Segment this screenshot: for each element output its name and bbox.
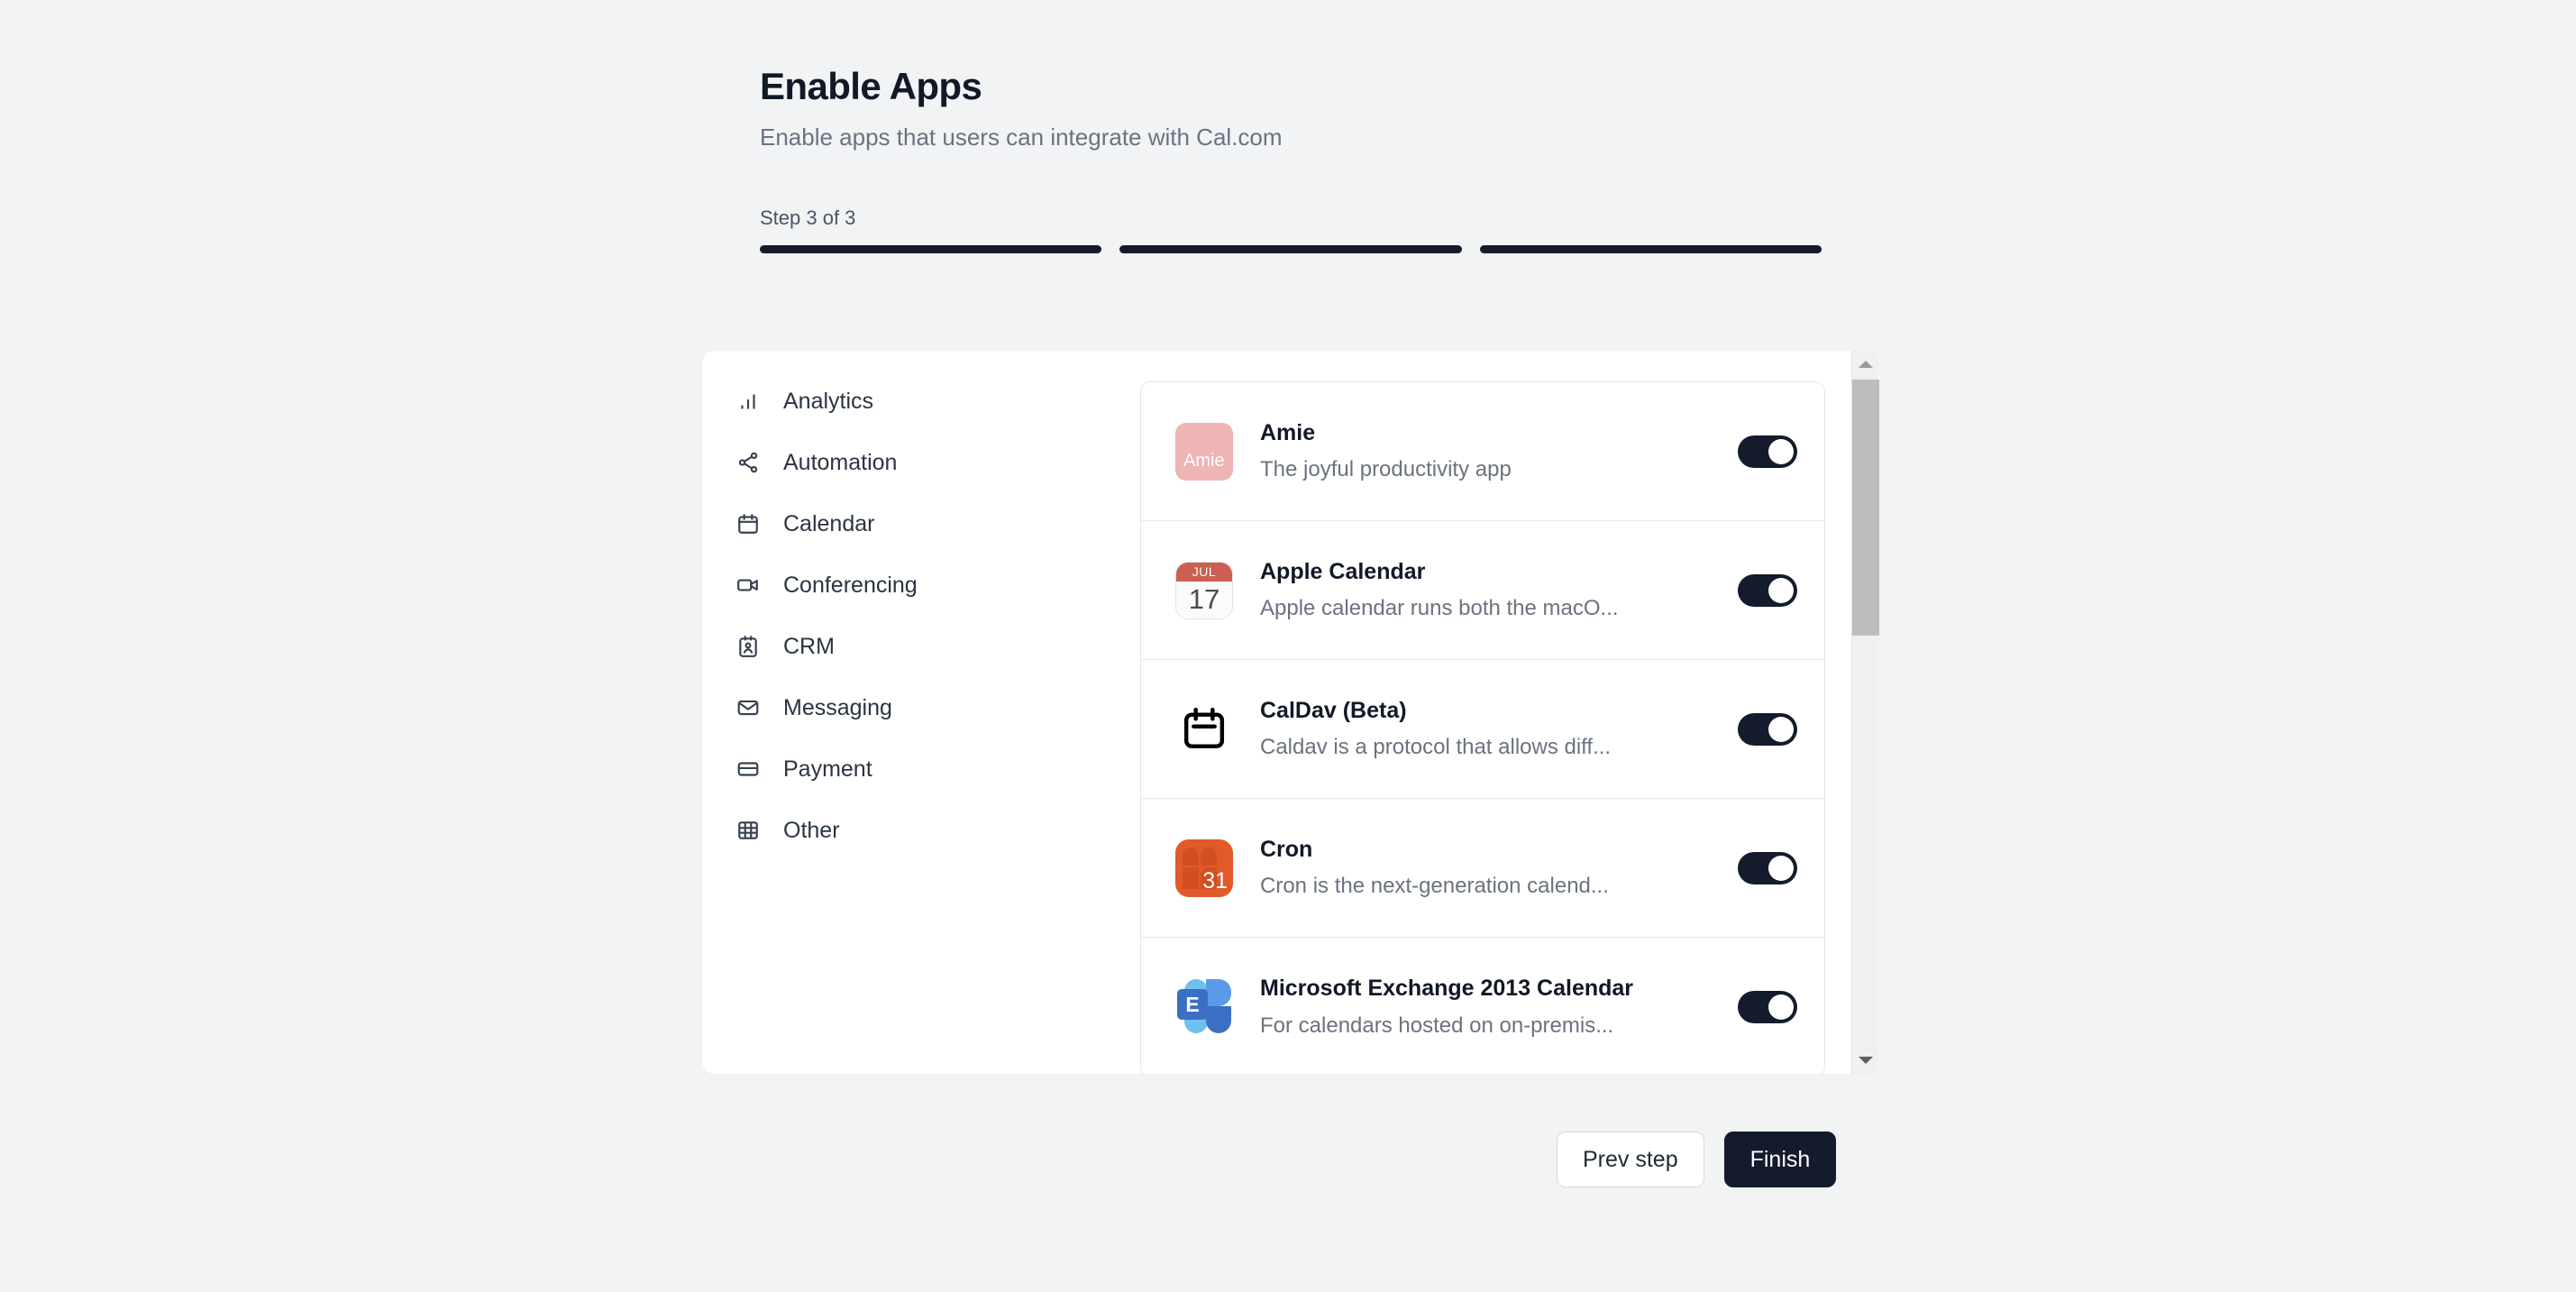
scrollbar-thumb[interactable] [1852, 380, 1879, 636]
progress-segment-2 [1119, 245, 1462, 253]
step-indicator-label: Step 3 of 3 [760, 206, 856, 229]
app-enable-toggle[interactable] [1738, 712, 1797, 746]
sidebar-item-label: Calendar [783, 510, 875, 536]
sidebar-item-label: Automation [783, 449, 898, 475]
app-text: Cron Cron is the next-generation calend.… [1260, 836, 1722, 900]
app-text: CalDav (Beta) Caldav is a protocol that … [1260, 697, 1722, 761]
sidebar-item-calendar[interactable]: Calendar [702, 493, 1119, 554]
video-camera-icon [735, 572, 762, 599]
caldav-app-icon [1172, 697, 1237, 762]
sidebar-item-label: Conferencing [783, 572, 918, 598]
amie-icon-label: Amie [1183, 450, 1225, 471]
sidebar-item-crm[interactable]: CRM [702, 616, 1119, 677]
cron-app-icon: 31 [1172, 836, 1237, 901]
grid-icon [735, 817, 762, 844]
app-description: Caldav is a protocol that allows diff... [1260, 735, 1612, 760]
table-row[interactable]: Amie Amie The joyful productivity app [1141, 382, 1824, 521]
sidebar-item-automation[interactable]: Automation [702, 432, 1119, 493]
toggle-knob [1768, 716, 1794, 742]
sidebar-item-label: Analytics [783, 388, 874, 414]
sidebar-item-analytics[interactable]: Analytics [702, 371, 1119, 432]
table-row[interactable]: JUL 17 Apple Calendar Apple calendar run… [1141, 521, 1824, 660]
wizard-header: Enable Apps Enable apps that users can i… [760, 65, 1823, 153]
toggle-knob [1768, 438, 1794, 464]
sidebar-item-label: Other [783, 817, 840, 843]
scroll-down-arrow-icon[interactable] [1852, 1047, 1879, 1074]
page-subtitle: Enable apps that users can integrate wit… [760, 124, 1283, 151]
app-enable-toggle[interactable] [1738, 851, 1797, 884]
apple-calendar-day: 17 [1188, 582, 1220, 615]
app-name: Cron [1260, 836, 1313, 862]
sidebar-item-label: Messaging [783, 694, 892, 720]
apple-calendar-app-icon: JUL 17 [1172, 558, 1237, 623]
app-enable-toggle[interactable] [1738, 435, 1797, 468]
sidebar-item-other[interactable]: Other [702, 800, 1119, 861]
app-text: Apple Calendar Apple calendar runs both … [1260, 558, 1722, 622]
credit-card-icon [735, 756, 762, 783]
progress-segment-3 [1479, 245, 1822, 253]
apple-calendar-month: JUL [1176, 562, 1232, 582]
page-title: Enable Apps [760, 65, 982, 107]
app-name: Apple Calendar [1260, 558, 1426, 584]
app-name: Amie [1260, 419, 1316, 445]
scroll-up-arrow-glyph [1859, 361, 1873, 368]
app-text: Microsoft Exchange 2013 Calendar For cal… [1260, 975, 1722, 1039]
amie-app-icon: Amie [1172, 419, 1237, 484]
table-row[interactable]: CalDav (Beta) Caldav is a protocol that … [1141, 660, 1824, 799]
wizard-footer: Prev step Finish [1557, 1132, 1837, 1187]
share-nodes-icon [735, 449, 762, 476]
app-list-area: Amie Amie The joyful productivity app JU… [1119, 351, 1873, 1074]
app-description: For calendars hosted on on-premis... [1260, 1013, 1614, 1038]
contact-card-icon [735, 633, 762, 660]
sidebar-item-label: CRM [783, 633, 835, 659]
app-description: Apple calendar runs both the macO... [1260, 596, 1619, 621]
envelope-icon [735, 694, 762, 721]
app-list-card: Amie Amie The joyful productivity app JU… [1140, 381, 1825, 1074]
app-name: Microsoft Exchange 2013 Calendar [1260, 976, 1634, 1002]
sidebar-item-messaging[interactable]: Messaging [702, 677, 1119, 738]
app-list-scrollbar[interactable] [1851, 351, 1879, 1074]
app-description: The joyful productivity app [1260, 457, 1512, 482]
table-row[interactable]: E Microsoft Exchange 2013 Calendar For c… [1141, 938, 1824, 1074]
app-name: CalDav (Beta) [1260, 697, 1407, 723]
progress-segment-1 [760, 245, 1102, 253]
finish-button[interactable]: Finish [1723, 1132, 1837, 1187]
category-sidebar: Analytics Automation Calendar Conferenci… [702, 351, 1119, 1074]
app-description: Cron is the next-generation calend... [1260, 874, 1609, 899]
app-text: Amie The joyful productivity app [1260, 419, 1722, 483]
wizard-progress-bar [760, 245, 1822, 253]
toggle-knob [1768, 855, 1794, 881]
apps-panel: Analytics Automation Calendar Conferenci… [702, 351, 1873, 1074]
scroll-down-arrow-glyph [1859, 1057, 1873, 1064]
sidebar-item-payment[interactable]: Payment [702, 738, 1119, 800]
app-enable-toggle[interactable] [1738, 573, 1797, 607]
exchange-icon-letter: E [1177, 989, 1208, 1020]
microsoft-exchange-app-icon: E [1172, 975, 1237, 1040]
toggle-knob [1768, 994, 1794, 1020]
sidebar-item-label: Payment [783, 756, 872, 782]
prev-step-button[interactable]: Prev step [1557, 1132, 1704, 1187]
cron-icon-day: 31 [1202, 867, 1228, 893]
app-enable-toggle[interactable] [1738, 991, 1797, 1023]
calendar-icon [735, 510, 762, 537]
sidebar-item-conferencing[interactable]: Conferencing [702, 554, 1119, 616]
bar-chart-icon [735, 388, 762, 415]
table-row[interactable]: 31 Cron Cron is the next-generation cale… [1141, 799, 1824, 938]
enable-apps-wizard-page: Enable Apps Enable apps that users can i… [0, 0, 2576, 1292]
scroll-up-arrow-icon[interactable] [1852, 351, 1879, 378]
toggle-knob [1768, 577, 1794, 603]
